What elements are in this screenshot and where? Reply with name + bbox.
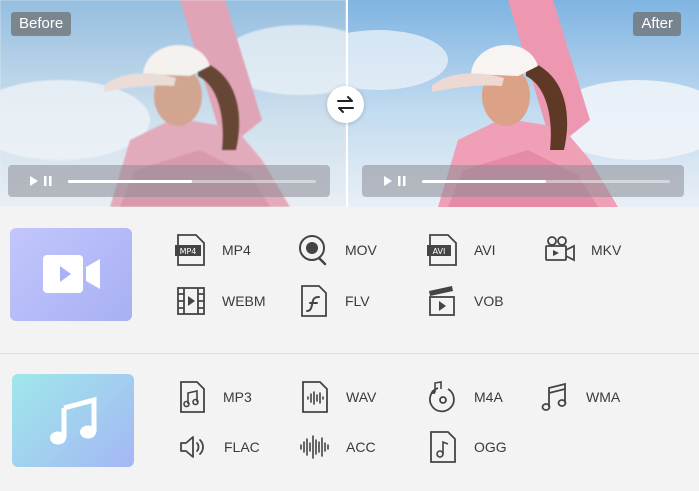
play-pause-icon[interactable] [382,174,412,188]
video-camera-icon [43,255,100,293]
format-label: ACC [346,439,376,455]
waveform-file-icon [302,381,328,413]
format-label: WAV [346,389,377,405]
format-label: MP3 [223,389,252,405]
format-label: VOB [474,293,504,309]
before-progress-fill [68,180,192,183]
before-after-preview: Before After [0,0,699,207]
before-label: Before [11,12,72,36]
format-label: MP4 [222,242,251,258]
format-label: FLAC [224,439,260,455]
after-label: After [633,12,681,36]
sound-wave-icon [300,435,329,459]
music-note-file-icon [430,431,456,463]
after-progress-fill [422,180,546,183]
before-pane: Before [0,0,346,207]
film-strip-icon [177,287,205,315]
video-category-tile [10,228,132,321]
format-label: OGG [474,439,507,455]
swap-compare-button[interactable] [327,86,364,123]
music-file-icon [180,381,205,413]
format-label: MOV [345,242,377,258]
music-note-icon [541,382,567,411]
video-formats-section: MP4 MP4 MOV AVI AVI MKV WEBM FLV VOB [0,207,699,353]
music-note-icon [50,396,97,445]
format-label: M4A [474,389,503,405]
flash-file-icon [301,285,327,317]
format-label: WEBM [222,293,266,309]
after-pane: After [348,0,699,207]
format-label: MKV [591,242,622,258]
after-progress-track[interactable] [422,180,670,183]
before-player-bar[interactable] [8,165,330,197]
avi-file-icon: AVI [427,234,457,266]
audio-category-tile [12,374,134,467]
audio-formats-section: MP3 WAV M4A WMA FLAC ACC OGG [0,354,699,491]
svg-text:AVI: AVI [433,247,446,256]
swap-arrows-icon [337,96,354,113]
format-label: AVI [474,242,496,258]
after-player-bar[interactable] [362,165,684,197]
format-label: WMA [586,389,621,405]
speaker-icon [180,436,204,458]
format-label: FLV [345,293,370,309]
before-progress-track[interactable] [68,180,316,183]
mp4-file-icon: MP4 [175,234,205,266]
play-pause-icon[interactable] [28,174,58,188]
music-disc-icon [429,381,455,413]
svg-text:MP4: MP4 [180,247,197,256]
clapperboard-icon [429,286,455,316]
mov-icon [299,235,327,266]
video-camera-icon [545,236,575,262]
